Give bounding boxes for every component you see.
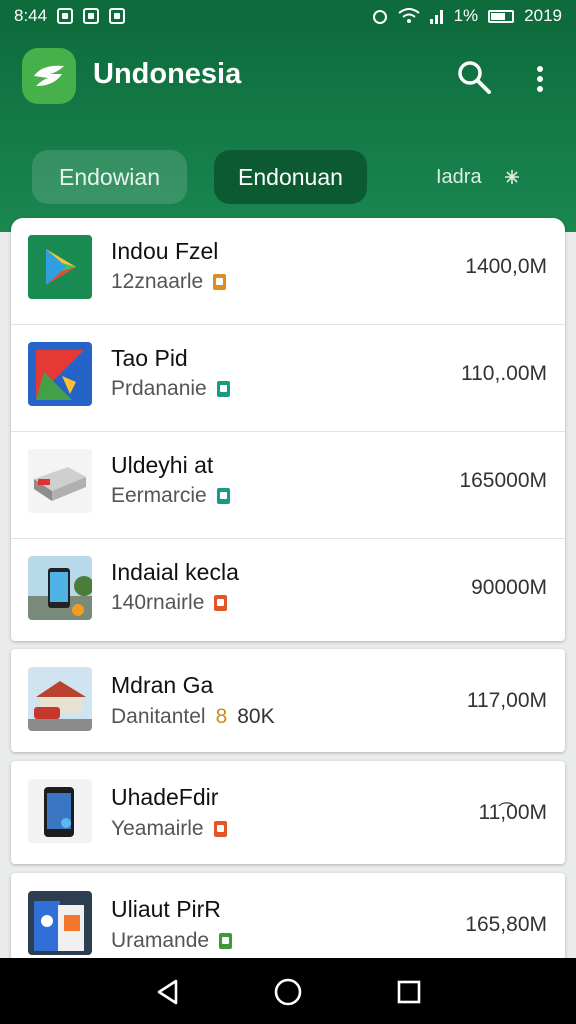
app-subtitle-number: 8	[215, 705, 228, 728]
brochure-thumbnail	[28, 891, 92, 955]
status-bar: 8:44 1% 2019	[0, 0, 576, 32]
app-title: Mdran Ga	[111, 672, 214, 698]
status-year: 2019	[524, 6, 562, 25]
app-subtitle: Prdananie	[111, 377, 230, 401]
app-title: Undonesia	[93, 58, 242, 90]
app-title: Uldeyhi at	[111, 452, 214, 478]
app-size: 1400,0M	[465, 255, 547, 278]
app-subtitle: 12znaarle	[111, 270, 227, 294]
app-size: 90000M	[471, 576, 547, 599]
app-list-card: Indou Fzel 12znaarle 1400,0M Tao Pid Prd…	[11, 218, 565, 641]
app-subtitle: Yeamairle	[111, 817, 227, 841]
badge-icon	[219, 933, 233, 949]
camera-icon	[109, 8, 126, 24]
app-size: 165000M	[459, 469, 547, 492]
signal-icon	[429, 10, 443, 24]
app-subtitle-text: Prdananie	[111, 377, 207, 400]
app-size: 11͡,00M	[478, 801, 548, 824]
app-header: Undonesia Endowian Endonuan Iadra	[0, 32, 576, 232]
app-subtitle-text: 12znaarle	[111, 270, 204, 293]
app-subtitle: Eermarcie	[111, 484, 230, 508]
app-subtitle-text: Danitantel	[111, 705, 206, 728]
sparkle-icon	[504, 170, 519, 184]
home-icon[interactable]	[273, 977, 303, 1007]
list-item[interactable]: Indou Fzel 12znaarle 1400,0M	[11, 218, 565, 325]
battery-percent: 1%	[453, 6, 479, 25]
app-subtitle-text: Yeamairle	[111, 817, 204, 840]
app-size: 110,.00M	[461, 362, 547, 385]
app-title: Indou Fzel	[111, 238, 219, 264]
play-store-thumbnail	[28, 235, 92, 299]
leaf-logo-icon	[34, 65, 64, 86]
play-triangle-icon	[28, 235, 92, 299]
app-subtitle-text: Uramande	[111, 929, 210, 952]
more-options-button[interactable]	[528, 60, 552, 100]
app-card[interactable]: Mdran Ga Danitantel 8 80K 117,00M	[11, 649, 565, 752]
app-subtitle-text: Eermarcie	[111, 484, 207, 507]
badge-icon	[213, 821, 227, 837]
shapes-icon	[28, 342, 92, 406]
app-subtitle: Danitantel 8 80K	[111, 705, 275, 729]
notification-icon-2	[83, 8, 100, 24]
house-scene-icon	[28, 667, 92, 731]
status-time: 8:44	[14, 6, 48, 25]
back-icon[interactable]	[154, 978, 182, 1006]
search-icon	[458, 61, 491, 94]
app-card[interactable]: UhadeFdir Yeamairle 11͡,00M	[11, 761, 565, 864]
status-right: 1% 2019	[372, 6, 562, 26]
phone-dark-thumbnail	[28, 779, 92, 843]
app-subtitle-count: 80K	[237, 705, 275, 728]
app-subtitle: 140rnairle	[111, 591, 228, 615]
tab-endonuan[interactable]: Endonuan	[214, 150, 367, 204]
badge-icon	[214, 595, 228, 611]
app-title: Tao Pid	[111, 345, 188, 371]
status-left: 8:44	[14, 6, 126, 26]
app-size: 165,80M	[465, 913, 547, 936]
tab-iadra[interactable]: Iadra	[436, 150, 546, 204]
app-size: 117,00M	[466, 689, 547, 712]
brochure-icon	[28, 891, 92, 955]
list-item[interactable]: Uldeyhi at Eermarcie 165000M	[11, 432, 565, 539]
app-title: Uliaut PirR	[111, 896, 221, 922]
recents-icon[interactable]	[396, 979, 422, 1005]
badge-icon	[216, 381, 230, 397]
device-box-icon	[28, 449, 92, 513]
tab-endowian[interactable]: Endowian	[32, 150, 187, 204]
search-button[interactable]	[454, 58, 494, 98]
app-logo	[22, 48, 76, 104]
phone-scene-icon	[28, 556, 92, 620]
phone-icon	[28, 779, 92, 843]
tab-label: Endowian	[58, 163, 161, 190]
app-title: Indaial kecla	[111, 559, 239, 585]
badge-icon	[216, 488, 230, 504]
battery-icon	[488, 9, 515, 23]
wifi-icon	[397, 8, 420, 23]
colored-shapes-thumbnail	[28, 342, 92, 406]
tab-label: Endonuan	[238, 163, 343, 190]
alarm-icon	[372, 10, 387, 24]
notification-icon	[57, 8, 74, 24]
phone-scene-thumbnail	[28, 556, 92, 620]
tab-label: Iadra	[436, 165, 482, 188]
device-box-thumbnail	[28, 449, 92, 513]
app-subtitle: Uramande	[111, 929, 233, 953]
navigation-bar	[0, 958, 576, 1024]
house-scene-thumbnail	[28, 667, 92, 731]
list-item[interactable]: Indaial kecla 140rnairle 90000M	[11, 539, 565, 646]
app-subtitle-text: 140rnairle	[111, 591, 205, 614]
app-title: UhadeFdir	[111, 784, 219, 810]
list-item[interactable]: Tao Pid Prdananie 110,.00M	[11, 325, 565, 432]
badge-icon	[213, 274, 227, 290]
more-vert-icon	[537, 66, 543, 92]
